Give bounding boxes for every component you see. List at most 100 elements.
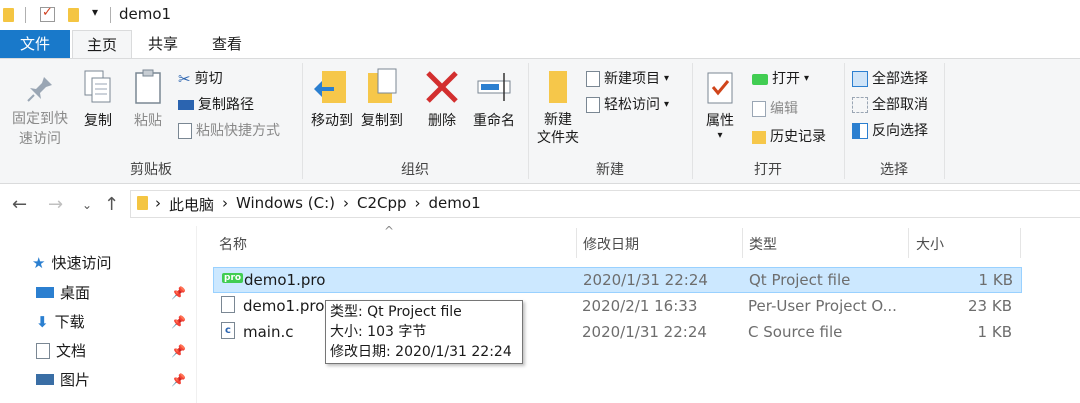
breadcrumb-this-pc[interactable]: 此电脑 [169,194,214,215]
pin-quick-access-button[interactable]: 固定到快 速访问 [8,65,72,149]
pin-icon[interactable]: 📌 [171,315,186,329]
sidebar-item-pictures[interactable]: 图片 📌 [36,369,186,390]
properties-label: 属性 [706,113,734,129]
forward-arrow-icon[interactable]: → [48,194,63,215]
paste-shortcut-button[interactable]: 粘贴快捷方式 [178,119,280,143]
chevron-right-icon: › [342,194,349,212]
rename-icon [477,73,511,101]
sidebar-item-desktop[interactable]: 桌面 📌 [36,282,186,303]
select-none-icon [852,97,868,113]
file-name: main.c [243,323,294,341]
delete-button[interactable]: 删除 [420,65,464,131]
divider [25,7,26,23]
file-size: 1 KB [978,271,1013,289]
file-type: C Source file [748,323,843,341]
pin-icon[interactable]: 📌 [171,286,186,300]
checkbox-icon[interactable] [40,5,55,22]
easy-access-button[interactable]: 轻松访问 ▾ [586,93,669,117]
column-header-modified[interactable]: 修改日期 [583,234,639,254]
properties-button[interactable]: 属性 ▾ [700,65,740,141]
new-folder-button[interactable]: 新建 文件夹 [534,65,582,147]
divider [908,228,909,258]
history-button[interactable]: 历史记录 [752,125,826,149]
move-to-label: 移动到 [311,113,353,129]
pin-icon[interactable]: 📌 [171,344,186,358]
dropdown-arrow-icon: ▾ [717,130,723,141]
document-icon [36,342,50,359]
pin-icon[interactable]: 📌 [171,373,186,387]
tab-share[interactable]: 共享 [138,30,188,58]
select-all-button[interactable]: 全部选择 [852,67,928,91]
tab-file[interactable]: 文件 [0,30,70,58]
tooltip-type: 类型: Qt Project file [330,304,462,320]
column-header-size[interactable]: 大小 [916,234,944,254]
new-folder-icon [549,71,567,103]
breadcrumb-drive[interactable]: Windows (C:) [236,194,335,215]
new-folder-label-1: 新建 [544,112,572,128]
copy-button[interactable]: 复制 [80,65,116,131]
column-header-type[interactable]: 类型 [749,234,777,254]
tab-view[interactable]: 查看 [202,30,252,58]
ribbon: 固定到快 速访问 复制 粘贴 ✂剪切 复制路径 粘贴快捷方式 剪贴板 移动到 [0,58,1080,184]
open-button[interactable]: 打开 ▾ [752,67,809,91]
edit-button[interactable]: 编辑 [752,97,798,121]
invert-selection-button[interactable]: 反向选择 [852,119,928,143]
copy-to-icon [368,68,397,103]
up-arrow-icon[interactable]: ↑ [104,194,119,215]
file-modified: 2020/1/31 22:24 [583,271,708,289]
cut-button[interactable]: ✂ 剪切 [178,67,223,91]
recent-locations-icon[interactable]: ⌄ [82,198,92,212]
copy-icon [84,70,111,103]
column-header-name[interactable]: 名称 [219,234,247,254]
tooltip-modified: 修改日期: 2020/1/31 22:24 [330,344,512,360]
invert-selection-label: 反向选择 [872,123,928,139]
new-group-label: 新建 [596,162,624,178]
file-type: Per-User Project O... [748,297,897,315]
tab-home[interactable]: 主页 [72,30,132,59]
new-item-button[interactable]: 新建项目 ▾ [586,67,669,91]
rename-button[interactable]: 重命名 [468,65,520,131]
navigation-pane: ★ 快速访问 桌面 📌 ⬇ 下载 📌 文档 📌 图片 📌 [0,226,197,403]
history-icon [752,130,766,144]
edit-label: 编辑 [770,101,798,117]
move-to-button[interactable]: 移动到 [308,65,356,131]
divider [576,228,577,258]
address-bar[interactable]: › 此电脑 › Windows (C:) › C2Cpp › demo1 [130,190,1080,218]
copy-path-label: 复制路径 [198,97,254,113]
file-type: Qt Project file [749,271,851,289]
sidebar-item-downloads[interactable]: ⬇ 下载 📌 [36,311,186,332]
sidebar-item-quick-access[interactable]: ★ 快速访问 [32,252,111,273]
chevron-right-icon: › [222,194,229,212]
copy-to-label: 复制到 [361,113,403,129]
sidebar-item-documents[interactable]: 文档 📌 [36,340,186,361]
file-name: demo1.pro. [243,297,329,315]
breadcrumb: › 此电脑 › Windows (C:) › C2Cpp › demo1 [155,194,481,215]
table-row[interactable]: pro demo1.pro 2020/1/31 22:24 Qt Project… [213,267,1022,293]
sidebar-item-label: 桌面 [60,284,91,302]
paste-button[interactable]: 粘贴 [128,65,168,131]
breadcrumb-demo1[interactable]: demo1 [429,194,481,215]
qt-pro-icon: pro [222,273,244,283]
copy-path-button[interactable]: 复制路径 [178,93,254,117]
delete-label: 删除 [428,113,456,129]
dropdown-arrow-icon: ▾ [664,73,670,84]
window-title: demo1 [119,5,172,23]
invert-selection-icon [852,123,868,139]
back-arrow-icon[interactable]: ← [12,194,27,215]
sort-ascending-icon: ^ [384,224,395,238]
file-modified: 2020/1/31 22:24 [582,323,707,341]
customize-dropdown-icon[interactable]: ▾ [92,5,98,19]
file-size: 1 KB [977,323,1012,341]
divider [944,63,945,179]
folder-icon[interactable] [68,8,79,22]
select-none-button[interactable]: 全部取消 [852,93,928,117]
paste-icon [135,69,161,104]
folder-icon [3,8,14,22]
paste-shortcut-icon [178,123,192,139]
copy-to-button[interactable]: 复制到 [358,65,406,131]
open-label: 打开 [772,71,800,87]
new-item-label: 新建项目 [604,71,660,87]
copy-path-icon [178,100,194,110]
open-group-label: 打开 [754,162,782,178]
breadcrumb-c2cpp[interactable]: C2Cpp [357,194,407,215]
